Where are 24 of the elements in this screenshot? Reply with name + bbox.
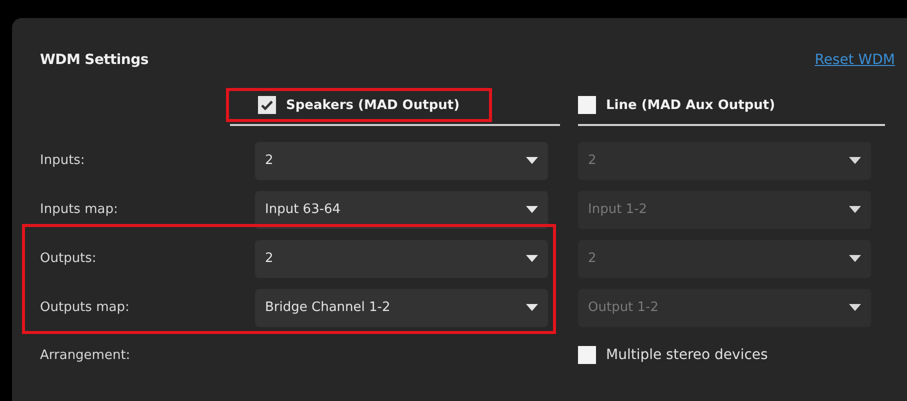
checkbox[interactable] [578,346,596,364]
caret-icon [526,255,538,262]
dropdown[interactable]: Bridge Channel 1-2 [255,288,548,326]
dropdown[interactable]: 2 [255,142,548,180]
field-label: Inputs: [40,153,86,168]
dropdown[interactable]: 2 [255,240,548,278]
caret-icon [526,304,538,311]
caret-icon [849,206,861,213]
field-label: Outputs: [40,251,98,266]
caret-icon [849,255,861,262]
checkbox-label: Line (MAD Aux Output) [606,98,776,112]
caret-icon [526,206,538,213]
field-label: Outputs map: [40,300,130,315]
field-label: Inputs map: [40,202,119,217]
reset-link[interactable]: Reset WDM [814,52,895,68]
dropdown[interactable]: Input 63-64 [255,190,548,228]
panel-title: WDM Settings [40,52,148,68]
caret-icon [526,157,538,164]
field-label: Arrangement: [40,348,132,362]
caret-icon [849,157,861,164]
caret-icon [849,304,861,311]
checkbox-label: Multiple stereo devices [606,347,768,363]
checkbox[interactable] [258,96,276,114]
checkbox-label: Speakers (MAD Output) [286,98,460,112]
